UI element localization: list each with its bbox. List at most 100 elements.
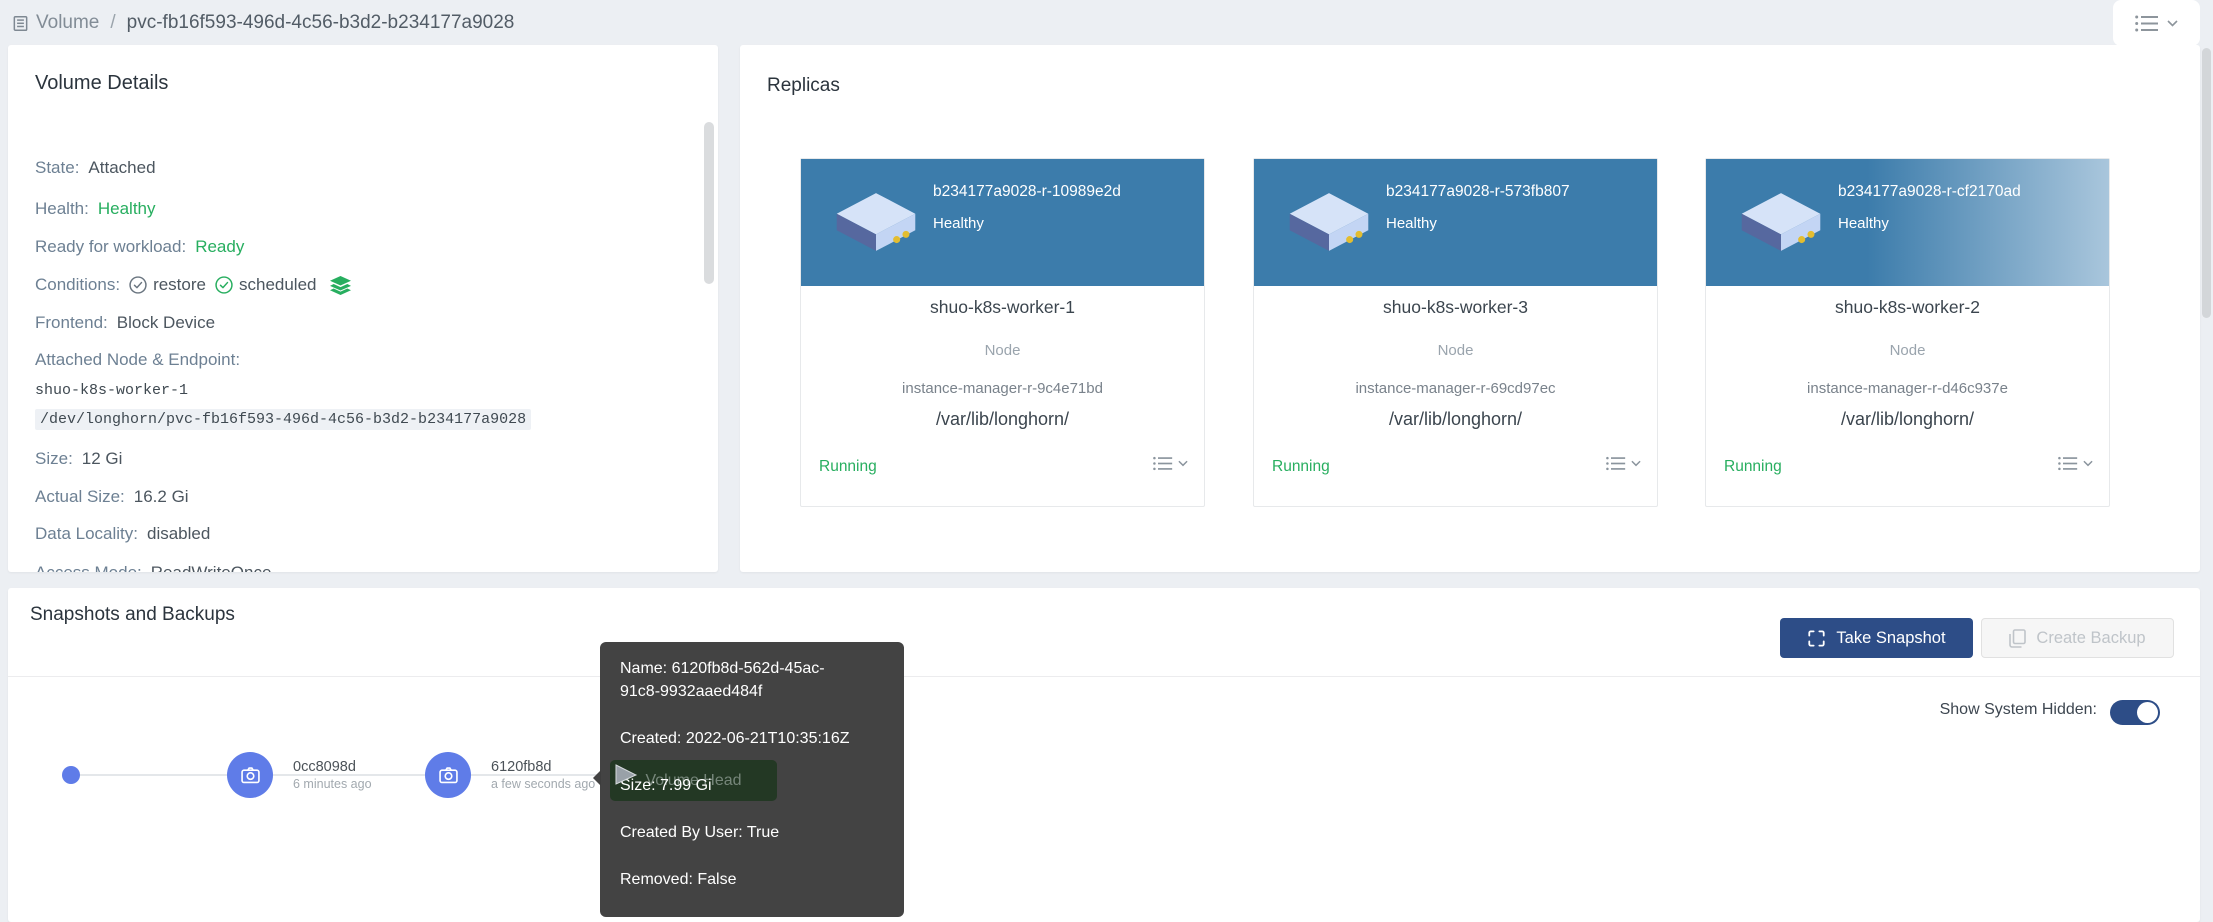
page-scrollbar[interactable] bbox=[2202, 48, 2211, 318]
chevron-down-icon bbox=[2167, 20, 2178, 27]
conditions-label: Conditions: bbox=[35, 275, 120, 295]
condition-scheduled-text: scheduled bbox=[239, 275, 317, 295]
layers-icon bbox=[330, 276, 351, 295]
volume-details-scrollbar[interactable] bbox=[704, 122, 714, 284]
replica-node-label: Node bbox=[1254, 342, 1657, 359]
snapshot-age: a few seconds ago bbox=[491, 776, 595, 793]
replica-data-path: /var/lib/longhorn/ bbox=[1706, 409, 2109, 430]
timeline-start-dot bbox=[62, 766, 80, 784]
condition-scheduled-badge: scheduled bbox=[215, 275, 317, 295]
chevron-down-icon bbox=[1178, 460, 1188, 467]
snapshots-title: Snapshots and Backups bbox=[30, 604, 235, 626]
replica-instance-manager: instance-manager-r-d46c937e bbox=[1706, 380, 2109, 397]
disk-icon bbox=[828, 191, 924, 258]
tooltip-size: Size: 7.99 Gi bbox=[620, 774, 884, 797]
list-icon bbox=[1606, 456, 1626, 471]
show-system-hidden-toggle[interactable] bbox=[2110, 700, 2160, 725]
disk-icon bbox=[1733, 191, 1829, 258]
replica-name: b234177a9028-r-10989e2d bbox=[933, 183, 1121, 201]
access-mode-row: Access Mode: ReadWriteOnce bbox=[35, 563, 271, 572]
snapshot-tooltip: Volume Head Name: 6120fb8d-562d-45ac- 91… bbox=[600, 642, 904, 917]
volume-details-panel: Volume Details State: Attached Health: H… bbox=[8, 45, 718, 572]
attached-endpoint-path: /dev/longhorn/pvc-fb16f593-496d-4c56-b3d… bbox=[35, 409, 531, 430]
state-value: Attached bbox=[88, 158, 155, 178]
breadcrumb-separator: / bbox=[106, 12, 119, 34]
size-value: 12 Gi bbox=[82, 449, 123, 469]
breadcrumb-volume-link[interactable]: Volume bbox=[36, 12, 99, 34]
access-mode-value: ReadWriteOnce bbox=[151, 563, 272, 572]
volume-icon bbox=[12, 15, 29, 32]
frontend-row: Frontend: Block Device bbox=[35, 313, 215, 333]
snapshot-label: 0cc8098d 6 minutes ago bbox=[293, 759, 372, 793]
snapshot-short-name: 6120fb8d bbox=[491, 759, 595, 776]
longhorn-volume-page: Volume / pvc-fb16f593-496d-4c56-b3d2-b23… bbox=[0, 0, 2213, 922]
state-label: State: bbox=[35, 158, 79, 178]
access-mode-label: Access Mode: bbox=[35, 563, 142, 572]
replica-card: b234177a9028-r-573fb807 Healthy shuo-k8s… bbox=[1253, 158, 1658, 507]
breadcrumb-volume-name: pvc-fb16f593-496d-4c56-b3d2-b234177a9028 bbox=[127, 12, 515, 34]
condition-restore-badge: restore bbox=[129, 275, 206, 295]
divider bbox=[8, 676, 2200, 677]
replica-health: Healthy bbox=[933, 215, 984, 232]
state-row: State: Attached bbox=[35, 158, 156, 178]
check-circle-icon bbox=[129, 276, 147, 294]
replica-actions-dropdown[interactable] bbox=[2058, 456, 2093, 471]
data-locality-value: disabled bbox=[147, 524, 210, 544]
data-locality-label: Data Locality: bbox=[35, 524, 138, 544]
replica-status: Running bbox=[1724, 458, 1782, 476]
breadcrumb: Volume / pvc-fb16f593-496d-4c56-b3d2-b23… bbox=[12, 2, 514, 44]
replicas-title: Replicas bbox=[767, 75, 840, 97]
replica-name: b234177a9028-r-573fb807 bbox=[1386, 183, 1570, 201]
replica-data-path: /var/lib/longhorn/ bbox=[801, 409, 1204, 430]
replica-data-path: /var/lib/longhorn/ bbox=[1254, 409, 1657, 430]
replica-actions-dropdown[interactable] bbox=[1606, 456, 1641, 471]
volume-details-title: Volume Details bbox=[35, 72, 168, 95]
take-snapshot-button[interactable]: Take Snapshot bbox=[1780, 618, 1973, 658]
tooltip-created: Created: 2022-06-21T10:35:16Z bbox=[620, 727, 884, 750]
tooltip-removed: Removed: False bbox=[620, 868, 884, 891]
create-backup-button[interactable]: Create Backup bbox=[1981, 618, 2174, 658]
disk-icon bbox=[1281, 191, 1377, 258]
frontend-value: Block Device bbox=[117, 313, 215, 333]
replica-node-name: shuo-k8s-worker-2 bbox=[1706, 297, 2109, 318]
replica-health: Healthy bbox=[1838, 215, 1889, 232]
attached-node-row: Attached Node & Endpoint: bbox=[35, 350, 240, 370]
ready-value: Ready bbox=[195, 237, 244, 257]
chevron-down-icon bbox=[2083, 460, 2093, 467]
snapshots-panel: Snapshots and Backups Take Snapshot Crea… bbox=[8, 588, 2200, 922]
show-system-hidden-label: Show System Hidden: bbox=[1940, 701, 2097, 719]
ready-row: Ready for workload: Ready bbox=[35, 237, 244, 257]
list-icon bbox=[2135, 15, 2159, 32]
replica-status: Running bbox=[1272, 458, 1330, 476]
snapshot-frame-icon bbox=[1807, 629, 1826, 648]
replica-card: b234177a9028-r-10989e2d Healthy shuo-k8s… bbox=[800, 158, 1205, 507]
health-row: Health: Healthy bbox=[35, 199, 156, 219]
replica-actions-dropdown[interactable] bbox=[1153, 456, 1188, 471]
replica-instance-manager: instance-manager-r-9c4e71bd bbox=[801, 380, 1204, 397]
replica-banner: b234177a9028-r-10989e2d Healthy bbox=[801, 159, 1204, 286]
health-label: Health: bbox=[35, 199, 89, 219]
replica-health: Healthy bbox=[1386, 215, 1437, 232]
replica-status: Running bbox=[819, 458, 877, 476]
page-actions-dropdown-button[interactable] bbox=[2113, 0, 2200, 46]
data-locality-row: Data Locality: disabled bbox=[35, 524, 210, 544]
camera-icon bbox=[239, 764, 262, 787]
actual-size-value: 16.2 Gi bbox=[134, 487, 189, 507]
replicas-panel: Replicas b234177a9028-r-10989e2d Healthy… bbox=[740, 45, 2200, 572]
condition-restore-text: restore bbox=[153, 275, 206, 295]
snapshot-node[interactable] bbox=[227, 752, 273, 798]
replica-node-label: Node bbox=[801, 342, 1204, 359]
size-row: Size: 12 Gi bbox=[35, 449, 122, 469]
mouse-cursor bbox=[615, 763, 639, 792]
attached-node-name: shuo-k8s-worker-1 bbox=[35, 382, 188, 399]
tooltip-name-line2: 91c8-9932aaed484f bbox=[620, 680, 884, 703]
chevron-down-icon bbox=[1631, 460, 1641, 467]
take-snapshot-label: Take Snapshot bbox=[1836, 629, 1945, 648]
replica-node-name: shuo-k8s-worker-3 bbox=[1254, 297, 1657, 318]
replica-card: b234177a9028-r-cf2170ad Healthy shuo-k8s… bbox=[1705, 158, 2110, 507]
ready-label: Ready for workload: bbox=[35, 237, 186, 257]
toggle-knob bbox=[2137, 702, 2158, 723]
list-icon bbox=[1153, 456, 1173, 471]
snapshot-node[interactable] bbox=[425, 752, 471, 798]
replica-banner: b234177a9028-r-cf2170ad Healthy bbox=[1706, 159, 2109, 286]
